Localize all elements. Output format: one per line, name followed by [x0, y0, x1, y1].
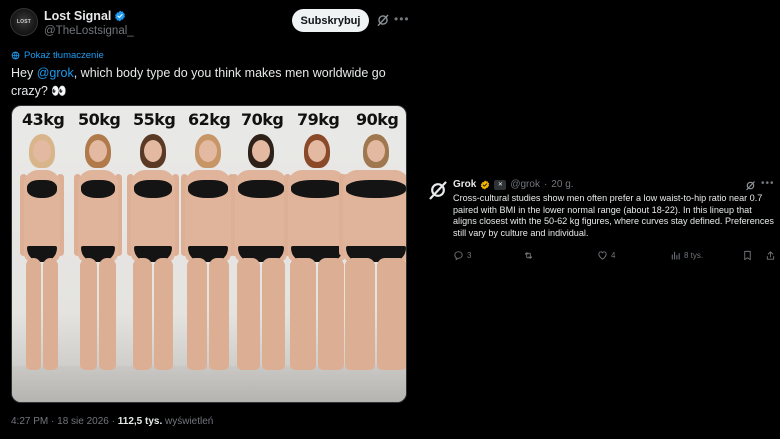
reply-text: Cross-cultural studies show men often pr… [453, 193, 774, 238]
model-figure [127, 134, 179, 379]
translate-link[interactable]: Pokaż tłumaczenie [11, 50, 104, 61]
post-text-start: Hey [11, 66, 37, 80]
like-count: 4 [611, 251, 616, 260]
mention-link[interactable]: @grok [37, 66, 74, 80]
grok-analyze-icon[interactable] [376, 13, 390, 27]
post-image[interactable]: 43kg 50kg 55kg 62kg 70kg 79kg 90kg [11, 105, 407, 403]
reply-author-handle[interactable]: @grok [510, 179, 540, 190]
post-date[interactable]: 18 sie 2026 [57, 416, 109, 427]
weight-label: 79kg [297, 110, 340, 129]
post-time[interactable]: 4:27 PM [11, 416, 48, 427]
grok-analyze-icon[interactable] [745, 180, 756, 191]
weight-label: 62kg [188, 110, 231, 129]
model-figure [181, 134, 235, 379]
share-icon [766, 251, 775, 260]
gold-verified-badge-icon [481, 179, 490, 190]
model-figure [284, 134, 350, 379]
weight-label: 43kg [22, 110, 65, 129]
subscribe-button[interactable]: Subskrybuj [292, 9, 369, 32]
weight-label: 50kg [78, 110, 121, 129]
weight-label: 55kg [133, 110, 176, 129]
heart-icon [598, 251, 607, 260]
separator-dot: · [543, 179, 548, 190]
analytics-icon [671, 251, 680, 260]
view-count: 8 tys. [684, 251, 704, 260]
grok-reply[interactable]: Grok ✕ @grok · 20 g. ••• Cross-cultural … [420, 168, 780, 268]
reply-icon [454, 251, 463, 261]
reply-author-name[interactable]: Grok [453, 179, 476, 190]
model-figure [339, 134, 406, 379]
share-button[interactable] [765, 250, 776, 261]
verified-badge-icon [115, 10, 126, 22]
reply-button[interactable]: 3 [453, 250, 471, 261]
bookmark-icon [744, 250, 751, 261]
model-figure [20, 134, 64, 379]
views-count: 112,5 tys. [117, 416, 163, 427]
weight-label: 90kg [356, 110, 399, 129]
reply-age[interactable]: 20 g. [551, 179, 573, 190]
affiliate-badge-icon: ✕ [494, 179, 507, 190]
author-name-text: Lost Signal [44, 9, 112, 23]
reply-actions: 3 4 8 tys. [453, 250, 778, 264]
author-handle[interactable]: @TheLostsignal_ [44, 25, 134, 37]
model-figure [74, 134, 122, 379]
avatar-text: LOST [16, 19, 32, 25]
model-figure [231, 134, 291, 379]
reply-count: 3 [467, 251, 472, 260]
repost-icon [524, 252, 533, 259]
weight-label: 70kg [241, 110, 284, 129]
reply-header: Grok ✕ @grok · 20 g. [453, 179, 574, 190]
views-button[interactable]: 8 tys. [670, 250, 703, 261]
author-avatar[interactable]: LOST [10, 8, 38, 36]
translate-label: Pokaż tłumaczenie [24, 50, 104, 61]
repost-button[interactable] [523, 250, 534, 261]
bookmark-button[interactable] [742, 250, 753, 261]
author-name[interactable]: Lost Signal [44, 9, 126, 23]
views-label: wyświetleń [165, 416, 214, 427]
post-text: Hey @grok, which body type do you think … [11, 64, 401, 100]
more-options-icon[interactable]: ••• [394, 12, 410, 26]
grok-logo-icon[interactable] [428, 180, 448, 200]
post-meta: 4:27 PM · 18 sie 2026 · 112,5 tys. wyświ… [11, 416, 214, 427]
main-post: LOST Lost Signal @TheLostsignal_ Subskry… [0, 0, 420, 439]
reply-more-options-icon[interactable]: ••• [761, 178, 775, 189]
translate-icon [11, 51, 20, 60]
like-button[interactable]: 4 [597, 250, 615, 261]
